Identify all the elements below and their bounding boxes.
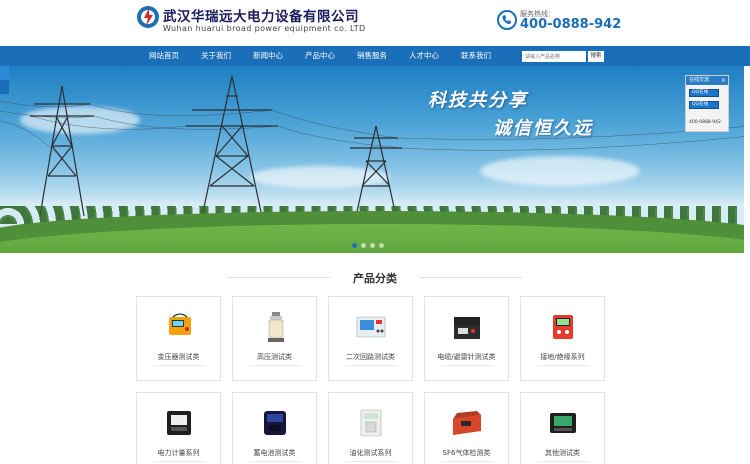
carousel-dot[interactable] (370, 243, 375, 248)
product-card-other[interactable]: 其他测试类 (520, 392, 605, 464)
divider (443, 461, 492, 462)
divider (155, 365, 204, 366)
hero-banner: 科技共分享 诚信恒久远 (0, 66, 750, 253)
product-card-grounding[interactable]: 接地/绝缘系列 (520, 296, 605, 381)
carousel-dots (352, 243, 384, 248)
nav-item-products[interactable]: 产品中心 (294, 46, 346, 66)
sf6-detector-icon (453, 411, 481, 435)
carousel-dot[interactable] (361, 243, 366, 248)
product-card-battery[interactable]: 蓄电池测试类 (232, 392, 317, 464)
battery-tester-icon (264, 411, 286, 435)
phone-icon (497, 10, 517, 30)
product-card-power-meter[interactable]: 电力计量系列 (136, 392, 221, 464)
cable-tester-icon (454, 317, 480, 339)
carousel-dot[interactable] (379, 243, 384, 248)
divider (539, 365, 588, 366)
grounding-tester-icon (553, 315, 573, 339)
transformer-tester-icon (169, 313, 191, 335)
brand-name-cn: 武汉华瑞远大电力设备有限公司 (163, 9, 359, 25)
site-header: 武汉华瑞远大电力设备有限公司 Wuhan huarui broad power … (0, 0, 750, 46)
divider (443, 365, 492, 366)
page: 武汉华瑞远大电力设备有限公司 Wuhan huarui broad power … (0, 0, 750, 464)
power-meter-icon (167, 411, 191, 435)
search-button[interactable]: 搜索 (588, 51, 604, 62)
product-label: 其他测试类 (545, 449, 580, 457)
nav-item-home[interactable]: 网站首页 (138, 46, 190, 66)
divider (347, 461, 396, 462)
product-card-sf6[interactable]: SF6气体检测类 (424, 392, 509, 464)
product-card-secondary-circuit[interactable]: 二次回路测试类 (328, 296, 413, 381)
banner-slogan-2: 诚信恒久远 (493, 118, 593, 139)
banner-slogan-1: 科技共分享 (428, 90, 528, 111)
qq-chat-button[interactable]: QQ在线 (689, 101, 719, 109)
close-icon[interactable]: × (721, 76, 726, 85)
online-service-widget: 在线交流 × QQ在线 QQ在线 400-0888-942 (685, 75, 729, 132)
product-label: 电缆/避雷针测试类 (437, 353, 496, 361)
qq-chat-button[interactable]: QQ在线 (689, 89, 719, 97)
hotline-number: 400-0888-942 (520, 17, 622, 32)
divider (419, 277, 522, 278)
main-nav: 网站首页 关于我们 新闻中心 产品中心 销售服务 人才中心 联系我们 搜索 (0, 46, 750, 66)
divider (347, 365, 396, 366)
company-logo-icon[interactable] (136, 5, 160, 29)
product-label: SF6气体检测类 (442, 449, 491, 457)
secondary-circuit-tester-icon (356, 316, 386, 338)
side-chat-icon[interactable] (0, 80, 9, 94)
oil-tester-icon (360, 409, 382, 437)
product-card-transformer[interactable]: 变压器测试类 (136, 296, 221, 381)
product-label: 蓄电池测试类 (253, 449, 296, 457)
search-input[interactable] (522, 51, 586, 62)
product-label: 二次回路测试类 (346, 353, 395, 361)
product-card-cable[interactable]: 电缆/避雷针测试类 (424, 296, 509, 381)
high-voltage-tester-icon (268, 312, 284, 342)
divider (155, 461, 204, 462)
product-label: 高压测试类 (257, 353, 292, 361)
product-label: 油化测试系列 (349, 449, 392, 457)
brand-name-en: Wuhan huarui broad power equipment co. L… (163, 24, 366, 33)
nav-item-about[interactable]: 关于我们 (190, 46, 242, 66)
divider (251, 365, 300, 366)
divider (539, 461, 588, 462)
carousel-dot[interactable] (352, 243, 357, 248)
product-card-high-voltage[interactable]: 高压测试类 (232, 296, 317, 381)
product-label: 变压器测试类 (157, 353, 200, 361)
divider (251, 461, 300, 462)
other-tester-icon (550, 413, 576, 433)
nav-item-careers[interactable]: 人才中心 (398, 46, 450, 66)
nav-item-news[interactable]: 新闻中心 (242, 46, 294, 66)
scrollbar[interactable] (744, 66, 750, 253)
nav-menu: 网站首页 关于我们 新闻中心 产品中心 销售服务 人才中心 联系我们 (138, 46, 502, 66)
product-card-oil[interactable]: 油化测试系列 (328, 392, 413, 464)
product-label: 电力计量系列 (157, 449, 200, 457)
nav-item-contact[interactable]: 联系我们 (450, 46, 502, 66)
nav-item-sales[interactable]: 销售服务 (346, 46, 398, 66)
product-label: 接地/绝缘系列 (540, 353, 585, 361)
section-title: 产品分类 (353, 272, 397, 285)
service-phone: 400-0888-942 (689, 120, 721, 125)
